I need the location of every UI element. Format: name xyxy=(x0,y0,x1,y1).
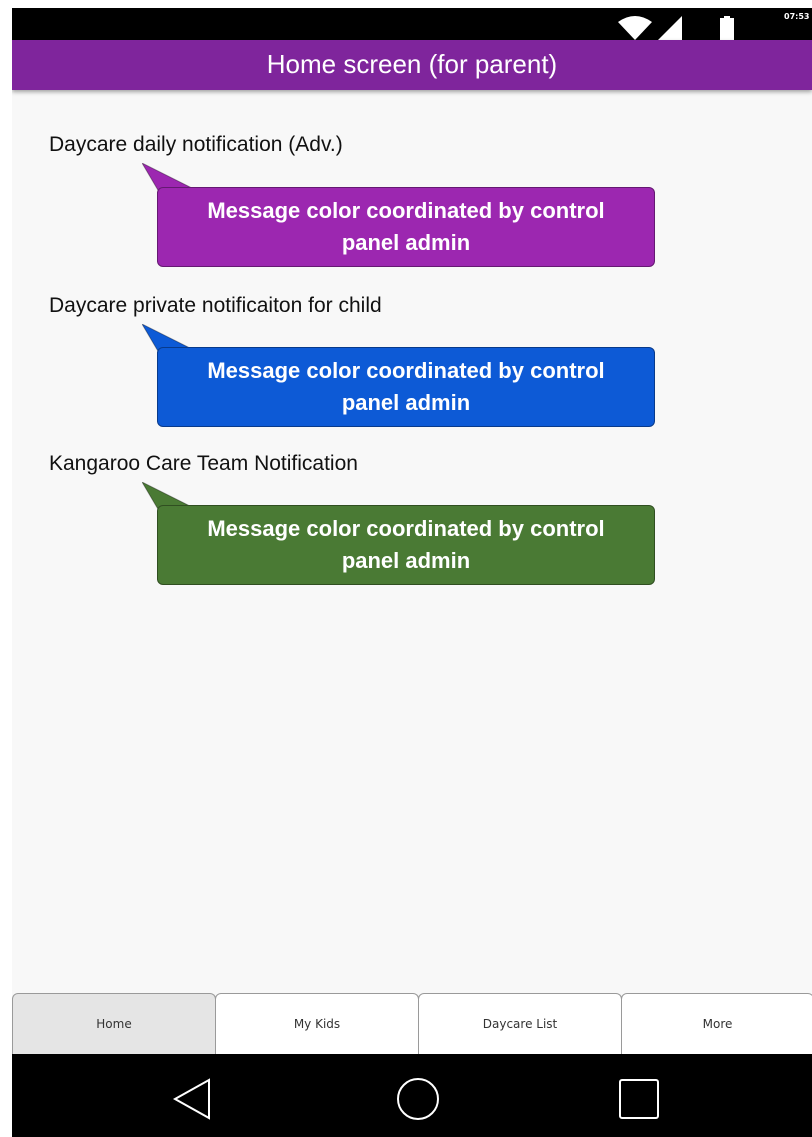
tab-bar: Home My Kids Daycare List More xyxy=(12,993,812,1054)
page-title: Home screen (for parent) xyxy=(266,49,558,79)
battery-icon xyxy=(720,16,734,40)
tab-more[interactable]: More xyxy=(621,993,812,1054)
tab-my-kids[interactable]: My Kids xyxy=(215,993,419,1054)
back-icon[interactable] xyxy=(169,1074,219,1124)
tab-home[interactable]: Home xyxy=(12,993,216,1054)
recents-icon[interactable] xyxy=(614,1074,664,1124)
notification-label-private: Daycare private notificaiton for child xyxy=(49,294,382,317)
notification-bubble-daily[interactable]: Message color coordinated by control pan… xyxy=(157,187,655,267)
notification-message: Message color coordinated by control pan… xyxy=(207,198,605,255)
app-bar: Home screen (for parent) xyxy=(12,40,812,90)
phone-screen: 07:53 Home screen (for parent) Daycare d… xyxy=(12,8,812,1137)
notification-message: Message color coordinated by control pan… xyxy=(207,358,605,415)
status-time: 07:53 xyxy=(784,12,810,21)
tab-daycare-list[interactable]: Daycare List xyxy=(418,993,622,1054)
navigation-bar xyxy=(12,1054,812,1137)
notification-bubble-kangaroo[interactable]: Message color coordinated by control pan… xyxy=(157,505,655,585)
notification-label-daily: Daycare daily notification (Adv.) xyxy=(49,133,343,156)
notification-label-kangaroo: Kangaroo Care Team Notification xyxy=(49,452,358,475)
notification-bubble-private[interactable]: Message color coordinated by control pan… xyxy=(157,347,655,427)
wifi-icon xyxy=(618,16,652,40)
signal-icon xyxy=(658,16,682,40)
home-icon[interactable] xyxy=(393,1074,443,1124)
status-bar: 07:53 xyxy=(12,8,812,40)
status-icons xyxy=(618,16,734,40)
notification-message: Message color coordinated by control pan… xyxy=(207,516,605,573)
